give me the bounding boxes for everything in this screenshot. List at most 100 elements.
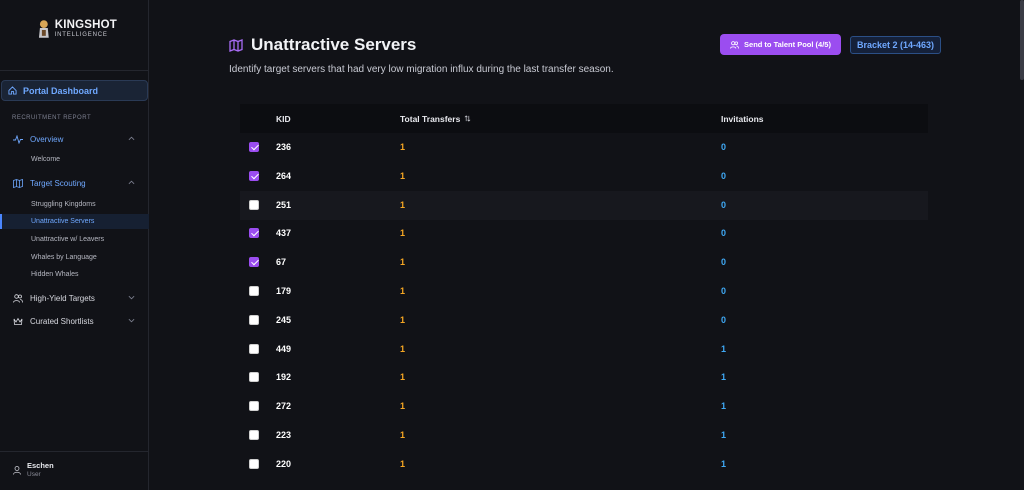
row-checkbox[interactable]: [249, 401, 259, 412]
cell-invitations: 0: [721, 257, 727, 268]
page-description: Identify target servers that had very lo…: [229, 64, 614, 75]
brand-logo[interactable]: KINGSHOT INTELLIGENCE: [37, 17, 117, 41]
nav-group-curated-shortlists[interactable]: Curated Shortlists: [0, 313, 149, 329]
row-checkbox[interactable]: [249, 314, 259, 325]
portal-dashboard-label: Portal Dashboard: [23, 85, 99, 96]
table-row[interactable]: 264 1 0: [240, 162, 928, 191]
cell-invitations: 0: [721, 170, 727, 181]
chevron-up-icon: [128, 180, 135, 185]
page-title-text: Unattractive Servers: [251, 35, 417, 54]
nav-group-label: Target Scouting: [30, 178, 86, 188]
cell-total-transfers: 1: [400, 257, 406, 268]
table-row[interactable]: 251 1 0: [240, 190, 928, 220]
sidebar-item-welcome[interactable]: Welcome: [0, 152, 149, 167]
cell-kid: 236: [276, 142, 292, 152]
table-row[interactable]: 223 1 1: [240, 421, 928, 450]
cell-total-transfers: 1: [400, 458, 406, 469]
column-header-label: Total Transfers: [400, 113, 461, 124]
row-checkbox[interactable]: [249, 286, 259, 296]
home-icon: [8, 86, 17, 95]
cell-kid: 220: [276, 458, 292, 469]
cell-invitations: 1: [721, 372, 727, 383]
cell-total-transfers: 1: [400, 401, 406, 412]
table-row[interactable]: 236 1 0: [240, 133, 928, 162]
map-icon: [13, 178, 23, 188]
cell-invitations: 1: [721, 430, 727, 440]
cell-kid: 223: [276, 430, 292, 440]
cell-total-transfers: 1: [400, 314, 406, 325]
cell-total-transfers: 1: [400, 199, 406, 210]
users-icon: [730, 40, 739, 49]
sidebar-item-whales-by-language[interactable]: Whales by Language: [0, 250, 149, 265]
table-row[interactable]: 449 1 1: [240, 335, 928, 364]
row-checkbox[interactable]: [249, 228, 259, 239]
portal-dashboard-button[interactable]: Portal Dashboard: [1, 80, 148, 101]
row-checkbox[interactable]: [249, 372, 259, 383]
cell-invitations: 1: [721, 401, 727, 412]
send-to-talent-pool-button[interactable]: Send to Talent Pool (4/5): [720, 34, 841, 55]
cell-invitations: 0: [721, 286, 727, 296]
cell-invitations: 0: [721, 228, 727, 239]
cell-total-transfers: 1: [400, 170, 406, 181]
row-checkbox[interactable]: [249, 199, 259, 210]
table-row[interactable]: 67 1 0: [240, 248, 928, 277]
cell-total-transfers: 1: [400, 430, 406, 440]
cell-total-transfers: 1: [400, 142, 406, 152]
column-header-kid[interactable]: KID: [276, 114, 291, 124]
sidebar-item-struggling-kingdoms[interactable]: Struggling Kingdoms: [0, 197, 149, 212]
cell-kid: 449: [276, 343, 292, 354]
bracket-badge[interactable]: Bracket 2 (14-463): [850, 36, 941, 54]
cell-invitations: 1: [721, 458, 727, 469]
page-title: Unattractive Servers: [229, 35, 416, 55]
sidebar-item-hidden-whales[interactable]: Hidden Whales: [0, 267, 149, 282]
row-checkbox[interactable]: [249, 343, 259, 354]
users-icon: [13, 293, 23, 303]
table-row[interactable]: 179 1 0: [240, 277, 928, 306]
user-icon: [13, 465, 21, 475]
sidebar-item-unattractive-servers[interactable]: Unattractive Servers: [0, 214, 149, 229]
table-header: KID Total Transfers Invitations: [240, 104, 928, 133]
chevron-up-icon: [128, 136, 135, 141]
cell-invitations: 0: [721, 199, 727, 210]
chevron-down-icon: [128, 295, 135, 300]
cell-total-transfers: 1: [400, 343, 406, 354]
user-role: User: [27, 470, 41, 478]
nav-group-target-scouting[interactable]: Target Scouting: [0, 175, 149, 191]
chevron-down-icon: [128, 318, 135, 323]
cell-kid: 67: [276, 257, 287, 268]
cell-kid: 251: [276, 199, 292, 210]
column-header-total-transfers[interactable]: Total Transfers: [400, 114, 471, 124]
row-checkbox[interactable]: [249, 458, 259, 469]
cell-invitations: 0: [721, 142, 727, 152]
user-profile[interactable]: Eschen User: [13, 462, 54, 478]
scrollbar-thumb[interactable]: [1020, 0, 1024, 80]
cell-total-transfers: 1: [400, 372, 406, 383]
nav-group-overview[interactable]: Overview: [0, 131, 149, 147]
scrollbar[interactable]: [1020, 0, 1024, 490]
table-row[interactable]: 192 1 1: [240, 363, 928, 392]
cell-kid: 437: [276, 228, 292, 239]
sidebar: KINGSHOT INTELLIGENCE Portal Dashboard R…: [0, 0, 149, 490]
table-row[interactable]: 220 1 1: [240, 450, 928, 479]
table-row[interactable]: 245 1 0: [240, 306, 928, 335]
section-label: RECRUITMENT REPORT: [12, 115, 92, 121]
row-checkbox[interactable]: [249, 257, 259, 268]
table-row[interactable]: 272 1 1: [240, 392, 928, 421]
row-checkbox[interactable]: [249, 170, 259, 181]
activity-icon: [13, 134, 23, 144]
brand-title: KINGSHOT: [54, 18, 117, 31]
cell-invitations: 1: [721, 343, 727, 354]
row-checkbox[interactable]: [249, 142, 259, 152]
user-name: Eschen: [27, 461, 54, 470]
column-header-invitations[interactable]: Invitations: [721, 114, 764, 124]
sidebar-item-unattractive-leavers[interactable]: Unattractive w/ Leavers: [0, 232, 149, 247]
row-checkbox[interactable]: [249, 430, 259, 440]
cell-invitations: 0: [721, 314, 727, 325]
servers-table: KID Total Transfers Invitations 236 1 0 264…: [240, 104, 928, 469]
cell-kid: 179: [276, 286, 292, 296]
table-row[interactable]: 437 1 0: [240, 219, 928, 248]
knight-logo-icon: [38, 20, 49, 38]
nav-group-high-yield-targets[interactable]: High-Yield Targets: [0, 290, 149, 306]
sort-icon: [464, 115, 471, 122]
map-icon: [229, 38, 243, 52]
